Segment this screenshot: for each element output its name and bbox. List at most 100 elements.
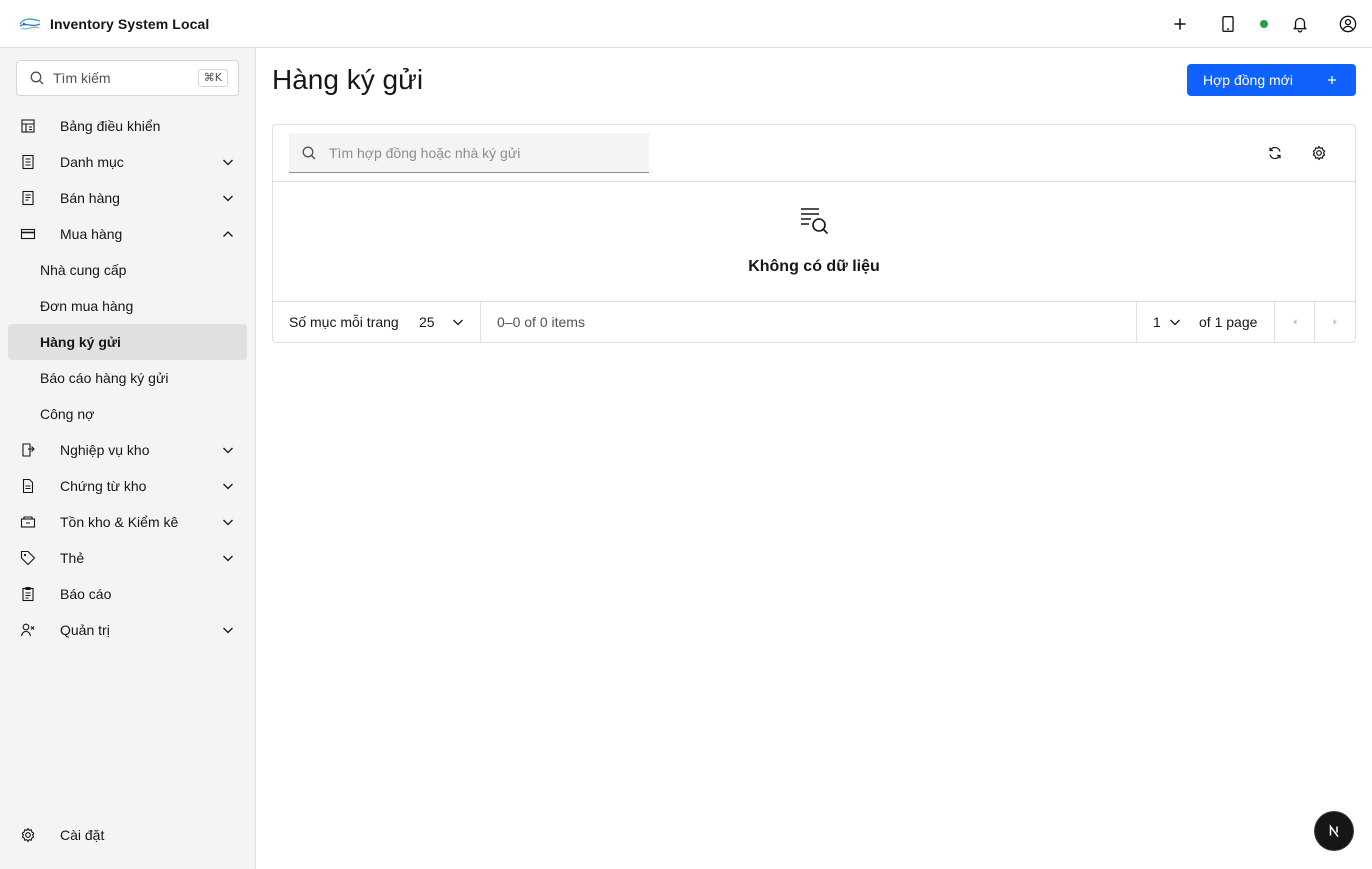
pagination-divider	[480, 302, 481, 342]
items-per-page-select[interactable]: 25	[419, 314, 435, 330]
sidebar-item-label: Danh mục	[60, 154, 124, 170]
sidebar-item-purchasing[interactable]: Mua hàng	[8, 216, 247, 252]
sidebar-item-label: Cài đặt	[60, 827, 105, 843]
add-icon	[1328, 76, 1336, 84]
pagination-range: 0–0 of 0 items	[497, 314, 585, 330]
tablet-icon	[1222, 16, 1234, 32]
sidebar-subitem-label: Đơn mua hàng	[40, 298, 134, 314]
sidebar-subitem-label: Nhà cung cấp	[40, 262, 127, 278]
sidebar-item-warehouse-documents[interactable]: Chứng từ kho	[8, 468, 247, 504]
chevron-down-icon	[221, 623, 235, 637]
add-icon	[1174, 18, 1186, 30]
tablet-button[interactable]	[1204, 0, 1252, 48]
user-avatar-icon	[1339, 15, 1357, 33]
search-icon	[302, 146, 316, 160]
sidebar-item-label: Tồn kho & Kiểm kê	[60, 514, 179, 530]
gear-icon	[1312, 145, 1326, 161]
table-toolbar	[273, 125, 1355, 182]
search-icon	[30, 71, 44, 85]
sidebar-subitem-consignment[interactable]: Hàng ký gửi	[8, 324, 247, 360]
page-select[interactable]: 1	[1153, 314, 1161, 330]
sidebar-item-catalog[interactable]: Danh mục	[8, 144, 247, 180]
caret-right-icon	[1333, 319, 1337, 325]
table-search-input[interactable]	[329, 144, 629, 161]
dev-tools-badge[interactable]	[1315, 812, 1353, 850]
sidebar-item-label: Bảng điều khiển	[60, 118, 161, 134]
next-page-button[interactable]	[1315, 302, 1355, 342]
chevron-down-icon	[221, 515, 235, 529]
sidebar-subitem-label: Báo cáo hàng ký gửi	[40, 370, 169, 386]
data-table: Không có dữ liệu Số mục mỗi trang 25 0–0…	[272, 124, 1356, 343]
dashboard-icon	[20, 118, 36, 134]
sidebar-subitem-label: Công nợ	[40, 406, 95, 422]
table-search[interactable]	[289, 133, 649, 173]
previous-page-button[interactable]	[1275, 302, 1315, 342]
keyboard-shortcut: ⌘K	[197, 69, 228, 87]
pagination-divider	[1136, 302, 1137, 342]
sidebar-subitem-label: Hàng ký gửi	[40, 334, 121, 350]
chevron-down-icon	[221, 443, 235, 457]
table-settings-button[interactable]	[1303, 137, 1335, 169]
sidebar-item-warehouse-operations[interactable]: Nghiệp vụ kho	[8, 432, 247, 468]
sidebar-nav: Bảng điều khiển Danh mục Bán hàng Mua hà…	[8, 108, 247, 648]
sidebar-item-label: Nghiệp vụ kho	[60, 442, 150, 458]
user-menu-button[interactable]	[1324, 0, 1372, 48]
sidebar-subitem-purchase-orders[interactable]: Đơn mua hàng	[8, 288, 247, 324]
sidebar-search[interactable]: Tìm kiếm ⌘K	[16, 60, 239, 96]
sidebar-item-label: Mua hàng	[60, 226, 123, 242]
receipt-icon	[20, 190, 36, 206]
warehouse-transfer-icon	[20, 442, 36, 458]
empty-state-text: Không có dữ liệu	[748, 258, 880, 275]
online-status-dot	[1252, 0, 1276, 48]
empty-state: Không có dữ liệu	[273, 182, 1355, 302]
top-header: Inventory System Local	[0, 0, 1372, 48]
sidebar-item-admin[interactable]: Quản trị	[8, 612, 247, 648]
chevron-down-icon	[221, 191, 235, 205]
refresh-icon	[1269, 146, 1281, 160]
refresh-button[interactable]	[1259, 137, 1291, 169]
chevron-down-icon	[221, 155, 235, 169]
document-search-icon	[801, 208, 829, 235]
document-icon	[20, 478, 36, 494]
sidebar-item-reports[interactable]: Báo cáo	[8, 576, 247, 612]
items-per-page-label: Số mục mỗi trang	[289, 314, 399, 330]
chevron-up-icon	[221, 227, 235, 241]
report-icon	[20, 586, 36, 602]
notifications-button[interactable]	[1276, 0, 1324, 48]
caret-left-icon	[1293, 319, 1297, 325]
pagination: Số mục mỗi trang 25 0–0 of 0 items 1 of …	[273, 302, 1355, 342]
admin-icon	[20, 622, 36, 638]
brand[interactable]: Inventory System Local	[0, 0, 209, 48]
sidebar-item-label: Bán hàng	[60, 190, 120, 206]
inventory-icon	[20, 514, 36, 530]
gear-icon	[20, 827, 36, 843]
sidebar-item-label: Báo cáo	[60, 586, 112, 602]
sidebar-item-dashboard[interactable]: Bảng điều khiển	[8, 108, 247, 144]
sidebar-subitem-suppliers[interactable]: Nhà cung cấp	[8, 252, 247, 288]
new-contract-button-label: Hợp đồng mới	[1203, 72, 1293, 88]
total-pages: of 1 page	[1199, 314, 1258, 330]
new-contract-button[interactable]: Hợp đồng mới	[1187, 64, 1356, 96]
nextjs-logo-icon	[1329, 824, 1339, 837]
chevron-down-icon	[1170, 319, 1180, 326]
sidebar-item-label: Thẻ	[60, 550, 85, 566]
sidebar-item-label: Quản trị	[60, 622, 110, 638]
sidebar-item-inventory[interactable]: Tồn kho & Kiểm kê	[8, 504, 247, 540]
catalog-icon	[20, 154, 36, 170]
add-button[interactable]	[1156, 0, 1204, 48]
chevron-down-icon	[453, 319, 463, 326]
header-actions	[1156, 0, 1372, 48]
company-logo	[19, 17, 41, 29]
credit-card-icon	[20, 226, 36, 242]
sidebar: Tìm kiếm ⌘K Bảng điều khiển Danh mục Bán…	[0, 48, 256, 869]
chevron-down-icon	[221, 551, 235, 565]
sidebar-item-settings[interactable]: Cài đặt	[8, 817, 247, 853]
sidebar-subitem-consignment-report[interactable]: Báo cáo hàng ký gửi	[8, 360, 247, 396]
sidebar-item-tags[interactable]: Thẻ	[8, 540, 247, 576]
notification-icon	[1293, 17, 1307, 33]
app-name: Inventory System Local	[50, 15, 210, 32]
chevron-down-icon	[221, 479, 235, 493]
sidebar-item-sales[interactable]: Bán hàng	[8, 180, 247, 216]
sidebar-subitem-debts[interactable]: Công nợ	[8, 396, 247, 432]
sidebar-item-label: Chứng từ kho	[60, 478, 147, 494]
